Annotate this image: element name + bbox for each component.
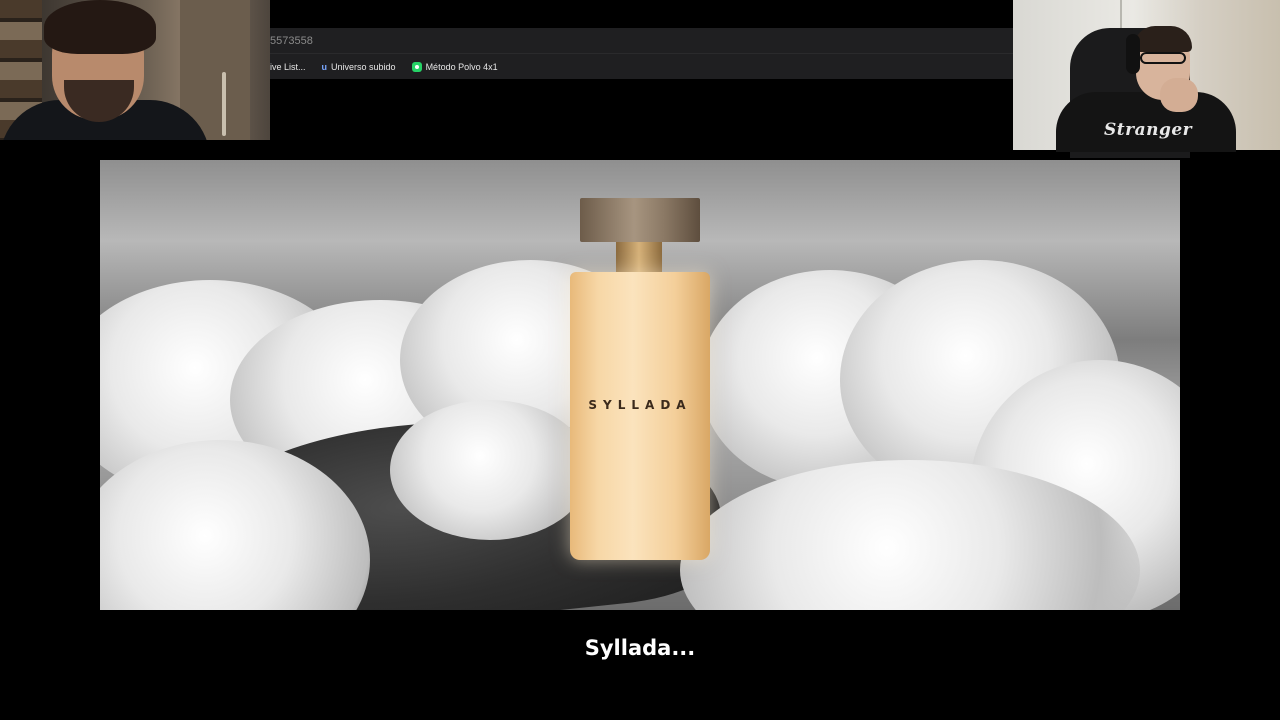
browser-title-bar	[270, 0, 1013, 28]
person-hand	[1160, 78, 1198, 112]
bookmark-label: ive List...	[270, 61, 306, 72]
address-bar[interactable]: 5573558	[270, 28, 1013, 54]
glasses-icon	[1140, 52, 1186, 64]
bookmark-label: Universo subido	[331, 61, 396, 72]
bookmark-metodo-polvo[interactable]: Método Polvo 4x1	[411, 61, 498, 72]
shirt-print: Stranger	[1104, 120, 1193, 140]
address-text: 5573558	[270, 34, 313, 47]
bottle-label: SYLLADA	[588, 398, 692, 412]
u-logo-icon: u	[321, 61, 328, 72]
bottle-body: SYLLADA	[570, 272, 710, 560]
bottle-cap	[580, 198, 700, 242]
person-hair	[44, 0, 156, 54]
bookmark-live-list[interactable]: ive List...	[270, 62, 306, 72]
whatsapp-icon	[411, 61, 422, 72]
browser-window: 5573558 ive List... u Universo subido Mé…	[270, 0, 1013, 82]
cloud	[390, 400, 590, 540]
bookmarks-bar: ive List... u Universo subido Método Pol…	[270, 54, 1013, 79]
bottle-neck	[616, 242, 662, 272]
door-handle	[222, 72, 226, 136]
video-player[interactable]: SYLLADA	[100, 160, 1180, 610]
webcam-left	[0, 0, 270, 140]
person-hair	[1134, 26, 1192, 52]
headset-icon	[1126, 34, 1140, 74]
bookmark-label: Método Polvo 4x1	[425, 61, 498, 72]
perfume-bottle: SYLLADA	[570, 198, 710, 563]
bookmark-universo-subido[interactable]: u Universo subido	[322, 62, 396, 72]
video-subtitle: Syllada...	[584, 636, 696, 660]
